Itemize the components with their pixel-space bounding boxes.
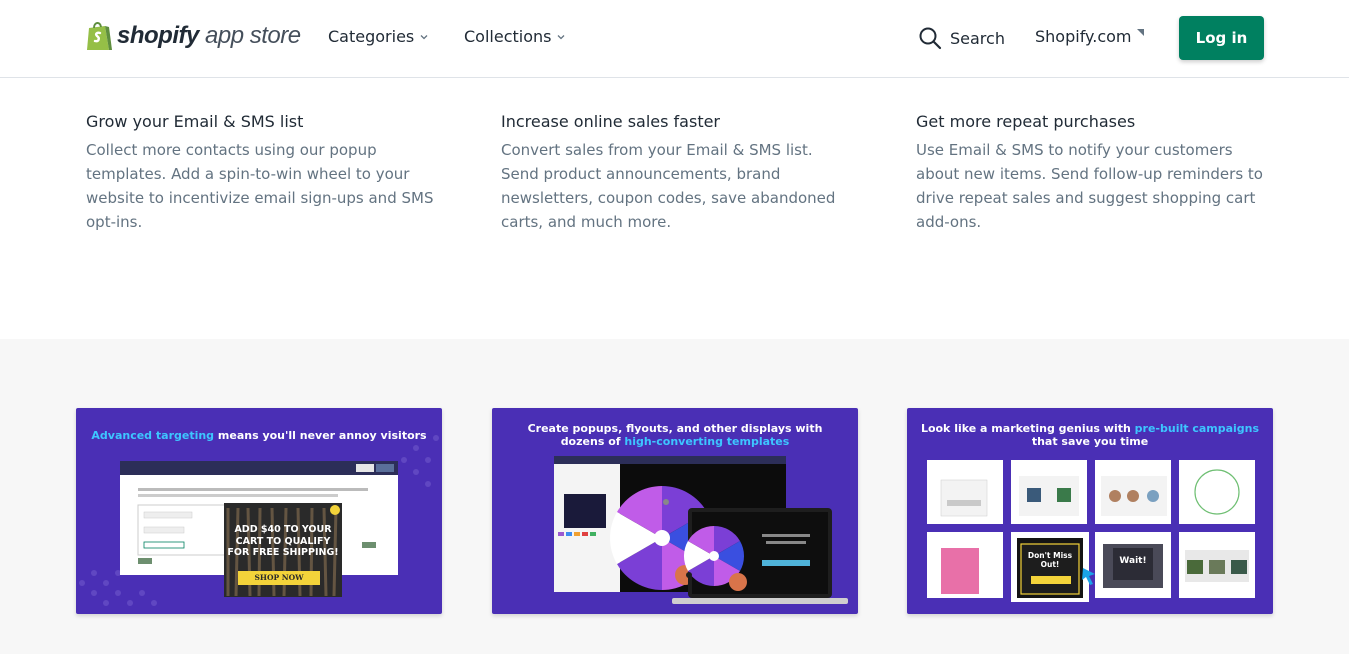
feature-grow-list: Grow your Email & SMS list Collect more … bbox=[86, 110, 436, 234]
search-label: Search bbox=[950, 28, 1005, 48]
feature-increase-sales: Increase online sales faster Convert sal… bbox=[501, 110, 851, 234]
search-icon bbox=[919, 27, 942, 50]
targeting-illustration bbox=[79, 435, 439, 606]
external-link-icon bbox=[1137, 29, 1145, 36]
tile-popup-text: Don't Miss Out! bbox=[1027, 551, 1073, 569]
nav-categories-label: Categories bbox=[328, 27, 415, 46]
screenshot-card-targeting[interactable]: Advanced targeting means you'll never an… bbox=[76, 408, 442, 614]
popup-shop-button: SHOP NOW bbox=[254, 573, 304, 582]
feature-title: Grow your Email & SMS list bbox=[86, 112, 304, 131]
top-header: shopify app store Categories Collections… bbox=[0, 0, 1349, 78]
search-button[interactable]: Search bbox=[918, 26, 1005, 50]
feature-description: Convert sales from your Email & SMS list… bbox=[501, 141, 836, 231]
logo-text: shopify app store bbox=[117, 22, 301, 49]
chevron-down-icon bbox=[558, 34, 565, 39]
login-button[interactable]: Log in bbox=[1179, 16, 1264, 60]
shopify-app-store-logo[interactable]: shopify app store bbox=[86, 18, 301, 54]
feature-title: Increase online sales faster bbox=[501, 112, 721, 131]
feature-description: Use Email & SMS to notify your customers… bbox=[916, 141, 1263, 231]
nav-categories[interactable]: Categories bbox=[328, 27, 428, 46]
shopify-com-link[interactable]: Shopify.com bbox=[1035, 27, 1145, 46]
popup-offer-text: ADD $40 TO YOUR CART TO QUALIFY FOR FREE… bbox=[227, 524, 339, 558]
campaigns-illustration bbox=[927, 460, 1255, 602]
screenshot-card-campaigns[interactable]: Look like a marketing genius with pre-bu… bbox=[907, 408, 1273, 614]
nav-collections[interactable]: Collections bbox=[464, 27, 565, 46]
shopify-bag-icon bbox=[86, 20, 112, 52]
screenshot-card-templates[interactable]: Create popups, flyouts, and other displa… bbox=[492, 408, 858, 614]
feature-repeat-purchases: Get more repeat purchases Use Email & SM… bbox=[916, 110, 1266, 234]
chevron-down-icon bbox=[420, 34, 428, 39]
feature-description: Collect more contacts using our popup te… bbox=[86, 141, 434, 231]
shopify-com-label: Shopify.com bbox=[1035, 27, 1132, 46]
templates-illustration bbox=[554, 456, 848, 604]
tile-wait-text: Wait! bbox=[1119, 556, 1147, 566]
feature-title: Get more repeat purchases bbox=[916, 112, 1136, 131]
nav-collections-label: Collections bbox=[464, 27, 552, 46]
